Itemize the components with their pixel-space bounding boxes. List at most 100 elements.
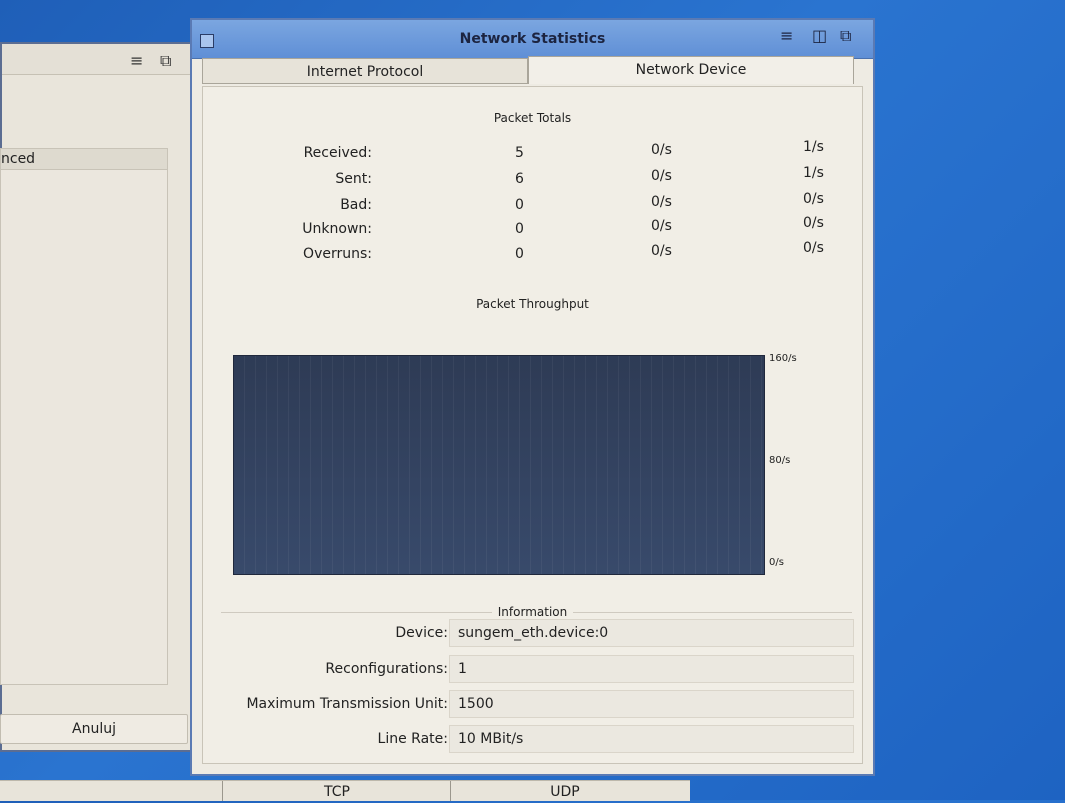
plot-gridline — [761, 356, 762, 574]
plot-gridline — [585, 356, 586, 574]
plot-gridline — [662, 356, 663, 574]
row-rate: 0/s — [651, 194, 672, 210]
information-value-field[interactable]: 10 MBit/s — [449, 725, 854, 753]
plot-gridline — [475, 356, 476, 574]
row-rate: 0/s — [651, 243, 672, 259]
row-total: 6 — [515, 171, 524, 187]
plot-gridline — [497, 356, 498, 574]
plot-gridline — [420, 356, 421, 574]
information-row: Reconfigurations: 1 — [203, 655, 862, 683]
plot-gridline — [574, 356, 575, 574]
plot-gridline — [695, 356, 696, 574]
window-content: Internet Protocol Network Device Packet … — [202, 56, 863, 764]
plot-gridline — [431, 356, 432, 574]
plot-gridline — [530, 356, 531, 574]
row-label: Bad: — [340, 197, 372, 213]
packet-throughput-graph: 160/s 80/s 0/s — [233, 353, 833, 575]
row-peak: 0/s — [803, 191, 824, 207]
plot-gridline — [552, 356, 553, 574]
information-row: Device: sungem_eth.device:0 — [203, 619, 862, 647]
plot-gridline — [376, 356, 377, 574]
restore-icon[interactable]: ⧉ — [840, 26, 851, 46]
plot-gridline — [618, 356, 619, 574]
plot-gridline — [717, 356, 718, 574]
information-title: Information — [203, 605, 862, 619]
restore-icon[interactable]: ⧉ — [160, 51, 171, 71]
tab-bar: Internet Protocol Network Device — [202, 56, 863, 88]
plot-gridline — [651, 356, 652, 574]
row-total: 0 — [515, 221, 524, 237]
row-label: Sent: — [335, 171, 372, 187]
information-title-text: Information — [491, 605, 574, 619]
plot-gridline — [266, 356, 267, 574]
menu-icon[interactable]: ≡ — [780, 26, 793, 45]
row-label: Unknown: — [302, 221, 372, 237]
plot-gridline — [629, 356, 630, 574]
plot-gridline — [255, 356, 256, 574]
plot-gridline — [486, 356, 487, 574]
plot-gridline — [398, 356, 399, 574]
information-value-field[interactable]: sungem_eth.device:0 — [449, 619, 854, 647]
information-value-field[interactable]: 1 — [449, 655, 854, 683]
packet-totals-row: Sent: 6 0/s 1/s — [203, 165, 862, 195]
information-label: Reconfigurations: — [325, 661, 448, 677]
plot-gridline — [541, 356, 542, 574]
network-statistics-window: Network Statistics ≡ ◫ ⧉ Internet Protoc… — [190, 18, 875, 776]
throughput-plot-area — [233, 355, 765, 575]
packet-totals-row: Overruns: 0 0/s 0/s — [203, 240, 862, 270]
axis-label-bottom: 0/s — [769, 557, 784, 568]
cancel-button[interactable]: Anuluj — [0, 714, 188, 744]
background-window-titlebar: ≡ ⧉ — [2, 44, 198, 75]
row-peak: 0/s — [803, 240, 824, 256]
information-row: Line Rate: 10 MBit/s — [203, 725, 862, 753]
tab-udp[interactable]: UDP — [450, 781, 679, 801]
maximize-icon[interactable]: ◫ — [812, 26, 827, 45]
window-titlebar[interactable]: Network Statistics ≡ ◫ ⧉ — [192, 20, 873, 59]
plot-gridline — [706, 356, 707, 574]
plot-gridline — [354, 356, 355, 574]
information-value-field[interactable]: 1500 — [449, 690, 854, 718]
plot-gridline — [244, 356, 245, 574]
plot-gridline — [739, 356, 740, 574]
row-label: Received: — [303, 145, 372, 161]
network-device-panel: Packet Totals Received: 5 0/s 1/s Sent: 6 0/s 1… — [202, 86, 863, 764]
packet-totals-row: Received: 5 0/s 1/s — [203, 139, 862, 169]
row-total: 5 — [515, 145, 524, 161]
tab-tcp[interactable]: TCP — [222, 781, 451, 801]
plot-gridline — [453, 356, 454, 574]
information-label: Line Rate: — [377, 731, 448, 747]
plot-gridline — [365, 356, 366, 574]
plot-gridline — [519, 356, 520, 574]
plot-gridline — [288, 356, 289, 574]
plot-gridline — [277, 356, 278, 574]
axis-label-mid: 80/s — [769, 455, 791, 466]
packet-totals-row: Unknown: 0 0/s 0/s — [203, 215, 862, 245]
packet-totals-row: Bad: 0 0/s 0/s — [203, 191, 862, 221]
background-list[interactable]: nced — [0, 148, 168, 685]
background-list-header[interactable]: nced — [1, 149, 167, 170]
row-peak: 1/s — [803, 139, 824, 155]
plot-gridline — [321, 356, 322, 574]
plot-gridline — [299, 356, 300, 574]
packet-totals-title: Packet Totals — [493, 111, 572, 125]
menu-icon[interactable]: ≡ — [130, 51, 143, 70]
row-peak: 1/s — [803, 165, 824, 181]
information-row: Maximum Transmission Unit: 1500 — [203, 690, 862, 718]
plot-gridline — [409, 356, 410, 574]
plot-gridline — [684, 356, 685, 574]
plot-gridline — [563, 356, 564, 574]
row-total: 0 — [515, 197, 524, 213]
window-title: Network Statistics — [459, 31, 606, 47]
row-total: 0 — [515, 246, 524, 262]
plot-gridline — [508, 356, 509, 574]
tab-internet-protocol[interactable]: Internet Protocol — [202, 58, 528, 84]
plot-gridline — [310, 356, 311, 574]
plot-gridline — [464, 356, 465, 574]
row-label: Overruns: — [303, 246, 372, 262]
packet-throughput-title: Packet Throughput — [476, 297, 589, 311]
tab-network-device[interactable]: Network Device — [528, 56, 854, 84]
plot-gridline — [596, 356, 597, 574]
row-peak: 0/s — [803, 215, 824, 231]
plot-gridline — [387, 356, 388, 574]
plot-gridline — [728, 356, 729, 574]
